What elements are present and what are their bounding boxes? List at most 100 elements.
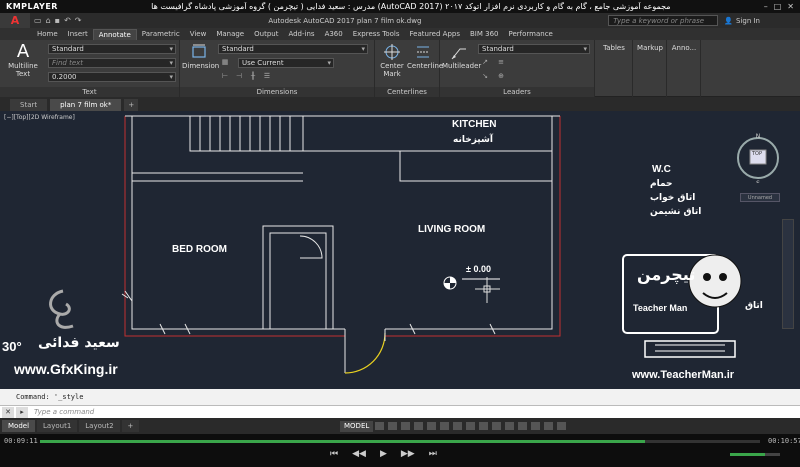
leaders-panel-label[interactable]: Leaders	[440, 87, 594, 97]
autocad-logo[interactable]: A	[0, 13, 30, 28]
text-panel-label[interactable]: Text	[0, 87, 179, 97]
markup-panel[interactable]: Markup	[633, 40, 667, 97]
viewcube-face[interactable]: TOP	[752, 151, 762, 157]
forward-icon[interactable]: ▶▶	[401, 449, 415, 459]
navigation-bar[interactable]	[782, 219, 794, 329]
model-space-button[interactable]: MODEL	[340, 421, 374, 432]
hardware-accel-icon[interactable]	[531, 422, 540, 430]
next-icon[interactable]: ⏭	[429, 449, 437, 459]
adjust-space-icon[interactable]: ☰	[262, 72, 272, 80]
tab-featured-apps[interactable]: Featured Apps	[405, 29, 465, 40]
rewind-icon[interactable]: ◀◀	[352, 449, 366, 459]
teacherman-en: Teacher Man	[633, 303, 688, 313]
center-mark-button[interactable]: Center Mark	[377, 43, 407, 78]
tab-home[interactable]: Home	[32, 29, 63, 40]
continue-dim-icon[interactable]: ⊣	[234, 72, 244, 80]
seek-bar[interactable]	[40, 440, 760, 443]
tab-view[interactable]: View	[185, 29, 212, 40]
total-time: 00:10:57	[768, 437, 800, 445]
snap-icon[interactable]	[388, 422, 397, 430]
tab-layout1[interactable]: Layout1	[37, 420, 78, 432]
ucs-icon	[4, 356, 34, 386]
undo-icon[interactable]: ↶	[64, 16, 71, 25]
ortho-icon[interactable]	[401, 422, 410, 430]
osnap-icon[interactable]	[427, 422, 436, 430]
break-dim-icon[interactable]: ╫	[248, 72, 258, 80]
otrack-icon[interactable]	[440, 422, 449, 430]
transparency-icon[interactable]	[466, 422, 475, 430]
align-leader-icon[interactable]: ≡	[496, 58, 506, 66]
living-room-label: LIVING ROOM	[418, 224, 486, 235]
workspace-icon[interactable]	[505, 422, 514, 430]
minimize-icon[interactable]: –	[764, 2, 768, 11]
dimensions-panel-label[interactable]: Dimensions	[180, 87, 374, 97]
centerlines-panel: Center Mark Centerline Centerlines	[375, 40, 443, 97]
add-layout-button[interactable]: +	[121, 420, 140, 432]
viewport-controls[interactable]: [−][Top][2D Wireframe]	[4, 114, 75, 121]
ucs-menu[interactable]: Unnamed	[740, 193, 780, 202]
tab-parametric[interactable]: Parametric	[137, 29, 185, 40]
tab-layout2[interactable]: Layout2	[79, 420, 120, 432]
centerlines-panel-label[interactable]: Centerlines	[375, 87, 439, 97]
tab-performance[interactable]: Performance	[503, 29, 557, 40]
command-line[interactable]: ✕ ▸ Type a command	[0, 405, 800, 418]
tab-insert[interactable]: Insert	[63, 29, 93, 40]
command-input[interactable]: Type a command	[34, 408, 94, 416]
find-text-input[interactable]: Find text	[48, 58, 176, 68]
tab-add-ins[interactable]: Add-ins	[283, 29, 319, 40]
sign-in-button[interactable]: 👤 Sign In	[724, 17, 760, 25]
degree-watermark: 30°	[2, 339, 22, 354]
tab-a360[interactable]: A360	[320, 29, 348, 40]
volume-slider[interactable]	[730, 453, 780, 456]
search-input[interactable]: Type a keyword or phrase	[608, 15, 719, 26]
close-icon[interactable]: ✕	[787, 2, 794, 11]
tab-annotate[interactable]: Annotate	[92, 29, 137, 40]
polar-icon[interactable]	[414, 422, 423, 430]
tab-bim-360[interactable]: BIM 360	[465, 29, 504, 40]
annotation-scaling-panel[interactable]: Anno...	[667, 40, 701, 97]
dim-layer-icon[interactable]: ▦	[220, 58, 230, 66]
leader-style-select[interactable]: Standard	[478, 44, 590, 54]
tab-model[interactable]: Model	[2, 420, 36, 432]
tab-manage[interactable]: Manage	[211, 29, 249, 40]
tab-output[interactable]: Output	[249, 29, 283, 40]
close-command-icon[interactable]: ✕	[2, 406, 14, 418]
grid-icon[interactable]	[375, 422, 384, 430]
text-style-select[interactable]: Standard	[48, 44, 176, 54]
multileader-icon	[451, 48, 466, 60]
centerline-icon	[417, 46, 429, 58]
previous-icon[interactable]: ⏮	[330, 449, 338, 459]
text-height-input[interactable]: 0.2000	[48, 72, 176, 82]
customization-icon[interactable]	[557, 422, 566, 430]
new-icon[interactable]: ▭	[34, 16, 42, 25]
quick-dim-icon[interactable]: ⊢	[220, 72, 230, 80]
save-icon[interactable]: ▪	[55, 16, 60, 25]
tab-drawing[interactable]: plan 7 film ok*	[50, 99, 122, 111]
annotation-scale-icon[interactable]	[492, 422, 501, 430]
centerline-button[interactable]: Centerline	[407, 43, 443, 70]
tab-express-tools[interactable]: Express Tools	[348, 29, 405, 40]
dim-layer-select[interactable]: Use Current	[238, 58, 334, 68]
open-icon[interactable]: ⌂	[46, 16, 51, 25]
bedroom-label: BED ROOM	[172, 244, 227, 255]
add-leader-icon[interactable]: ↗	[480, 58, 490, 66]
clean-screen-icon[interactable]	[544, 422, 553, 430]
multileader-button[interactable]: Multileader	[442, 43, 481, 70]
drawing-area[interactable]: [−][Top][2D Wireframe] KITCHEN آشپزخانه …	[0, 111, 800, 389]
collect-leader-icon[interactable]: ⊕	[496, 72, 506, 80]
tables-panel[interactable]: Tables	[595, 40, 633, 97]
maximize-icon[interactable]: □	[774, 2, 782, 11]
remove-leader-icon[interactable]: ↘	[480, 72, 490, 80]
isolate-icon[interactable]	[518, 422, 527, 430]
redo-icon[interactable]: ↷	[75, 16, 82, 25]
play-icon[interactable]: ▶	[380, 449, 387, 459]
dim-style-select[interactable]: Standard	[218, 44, 368, 54]
dimension-button[interactable]: Dimension	[182, 43, 219, 70]
centerline-label: Centerline	[407, 62, 444, 70]
command-prompt-icon[interactable]: ▸	[16, 406, 28, 418]
multiline-text-button[interactable]: A Multiline Text	[6, 43, 40, 79]
tab-start[interactable]: Start	[10, 99, 48, 111]
new-tab-button[interactable]: +	[124, 99, 139, 111]
lineweight-icon[interactable]	[453, 422, 462, 430]
selection-cycling-icon[interactable]	[479, 422, 488, 430]
